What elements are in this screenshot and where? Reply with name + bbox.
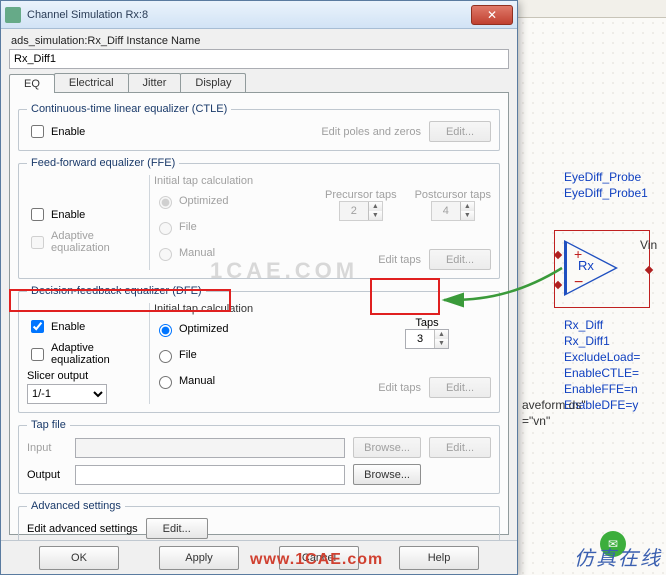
tapfile-group: Tap file Input Browse... Edit... Output …: [18, 419, 500, 494]
cn-caption: 仿真在线: [574, 542, 662, 571]
dfe-adaptive-checkbox[interactable]: [31, 348, 44, 361]
advanced-label: Edit advanced settings: [27, 523, 138, 535]
slicer-select[interactable]: 1/-1: [27, 384, 107, 404]
dfe-edit-taps-label: Edit taps: [378, 382, 421, 394]
param-frag: aveform.ds": [522, 398, 586, 412]
ffe-initial-label: Initial tap calculation: [154, 175, 284, 187]
dfe-radio-manual[interactable]: Manual: [154, 373, 284, 389]
watermark-url: www.1CAE.com: [250, 551, 383, 569]
app-icon: [5, 7, 21, 23]
ffe-edit-button[interactable]: Edit...: [429, 249, 491, 270]
tapfile-output-browse[interactable]: Browse...: [353, 464, 421, 485]
titlebar[interactable]: Channel Simulation Rx:8 ✕: [1, 1, 517, 29]
edit-poles-label: Edit poles and zeros: [321, 126, 421, 138]
precursor-label: Precursor taps: [325, 189, 397, 201]
tapfile-input-field: [75, 438, 345, 458]
rx-label: Rx: [578, 258, 594, 273]
watermark: 1CAE.COM: [210, 258, 358, 284]
tab-eq[interactable]: EQ: [9, 74, 55, 93]
ffe-enable[interactable]: Enable: [27, 205, 137, 224]
dfe-radio-file[interactable]: File: [154, 347, 284, 363]
chevron-up-icon[interactable]: ▲: [435, 330, 448, 339]
advanced-legend: Advanced settings: [27, 500, 125, 512]
ffe-edit-taps-label: Edit taps: [378, 254, 421, 266]
ctle-enable-label: Enable: [51, 126, 85, 138]
postcursor-label: Postcursor taps: [415, 189, 491, 201]
tab-display[interactable]: Display: [180, 73, 246, 92]
param: Rx_Diff: [564, 318, 603, 332]
dfe-radio-optimized[interactable]: Optimized: [154, 321, 284, 337]
tab-electrical[interactable]: Electrical: [54, 73, 129, 92]
dfe-initial-label: Initial tap calculation: [154, 303, 284, 315]
window-title: Channel Simulation Rx:8: [27, 9, 471, 21]
probe-name: EyeDiff_Probe1: [564, 186, 648, 200]
tapfile-legend: Tap file: [27, 419, 70, 431]
dfe-group: Decision-feedback equalizer (DFE) Initia…: [18, 285, 500, 413]
tapfile-input-edit[interactable]: Edit...: [429, 437, 491, 458]
tapfile-output-label: Output: [27, 469, 67, 481]
probe-type: EyeDiff_Probe: [564, 170, 641, 184]
vin-label: Vin: [640, 238, 657, 252]
param: ExcludeLoad=: [564, 350, 640, 364]
dfe-enable[interactable]: Enable: [27, 317, 137, 336]
tab-bar: EQ Electrical Jitter Display: [9, 73, 509, 93]
instance-name-input[interactable]: [9, 49, 509, 69]
ctle-enable-checkbox[interactable]: [31, 125, 44, 138]
ctle-enable[interactable]: Enable: [27, 122, 85, 141]
ffe-enable-checkbox[interactable]: [31, 208, 44, 221]
channel-sim-dialog: Channel Simulation Rx:8 ✕ ads_simulation…: [0, 0, 518, 575]
dfe-enable-checkbox[interactable]: [31, 320, 44, 333]
minus-icon: −: [574, 274, 583, 292]
ffe-enable-label: Enable: [51, 209, 85, 221]
schematic-canvas: EyeDiff_Probe EyeDiff_Probe1 + − Rx Vin …: [518, 0, 666, 575]
ffe-radio-file: File: [154, 219, 284, 235]
advanced-edit-button[interactable]: Edit...: [146, 518, 208, 539]
tab-page-eq: Continuous-time linear equalizer (CTLE) …: [9, 93, 509, 535]
ctle-edit-button[interactable]: Edit...: [429, 121, 491, 142]
ruler: [518, 0, 666, 18]
param: EnableFFE=n: [564, 382, 638, 396]
chevron-down-icon[interactable]: ▼: [435, 339, 448, 348]
dfe-edit-button[interactable]: Edit...: [429, 377, 491, 398]
ffe-adaptive-checkbox: [31, 236, 44, 249]
ffe-adaptive-label: Adaptive equalization: [51, 230, 137, 254]
help-button[interactable]: Help: [399, 546, 479, 570]
ffe-adaptive[interactable]: Adaptive equalization: [27, 230, 137, 254]
close-button[interactable]: ✕: [471, 5, 513, 25]
tapfile-output-field[interactable]: [75, 465, 345, 485]
param-frag: ="vn": [522, 414, 550, 428]
tapfile-input-browse[interactable]: Browse...: [353, 437, 421, 458]
ffe-legend: Feed-forward equalizer (FFE): [27, 157, 179, 169]
tapfile-input-label: Input: [27, 442, 67, 454]
dfe-taps-spinner[interactable]: ▲▼: [405, 329, 449, 349]
dfe-enable-label: Enable: [51, 321, 85, 333]
dfe-adaptive[interactable]: Adaptive equalization: [27, 342, 137, 366]
ctle-group: Continuous-time linear equalizer (CTLE) …: [18, 103, 500, 151]
postcursor-spinner: ▲▼: [431, 201, 475, 221]
param: Rx_Diff1: [564, 334, 610, 348]
dfe-taps-label: Taps: [392, 317, 462, 329]
param: EnableCTLE=: [564, 366, 639, 380]
precursor-spinner: ▲▼: [339, 201, 383, 221]
instance-label: ads_simulation:Rx_Diff Instance Name: [11, 35, 509, 47]
ctle-legend: Continuous-time linear equalizer (CTLE): [27, 103, 231, 115]
slicer-label: Slicer output: [27, 370, 137, 382]
dfe-legend: Decision-feedback equalizer (DFE): [27, 285, 206, 297]
tab-jitter[interactable]: Jitter: [128, 73, 182, 92]
ffe-radio-optimized: Optimized: [154, 193, 284, 209]
dfe-adaptive-label: Adaptive equalization: [51, 342, 137, 366]
apply-button[interactable]: Apply: [159, 546, 239, 570]
ok-button[interactable]: OK: [39, 546, 119, 570]
